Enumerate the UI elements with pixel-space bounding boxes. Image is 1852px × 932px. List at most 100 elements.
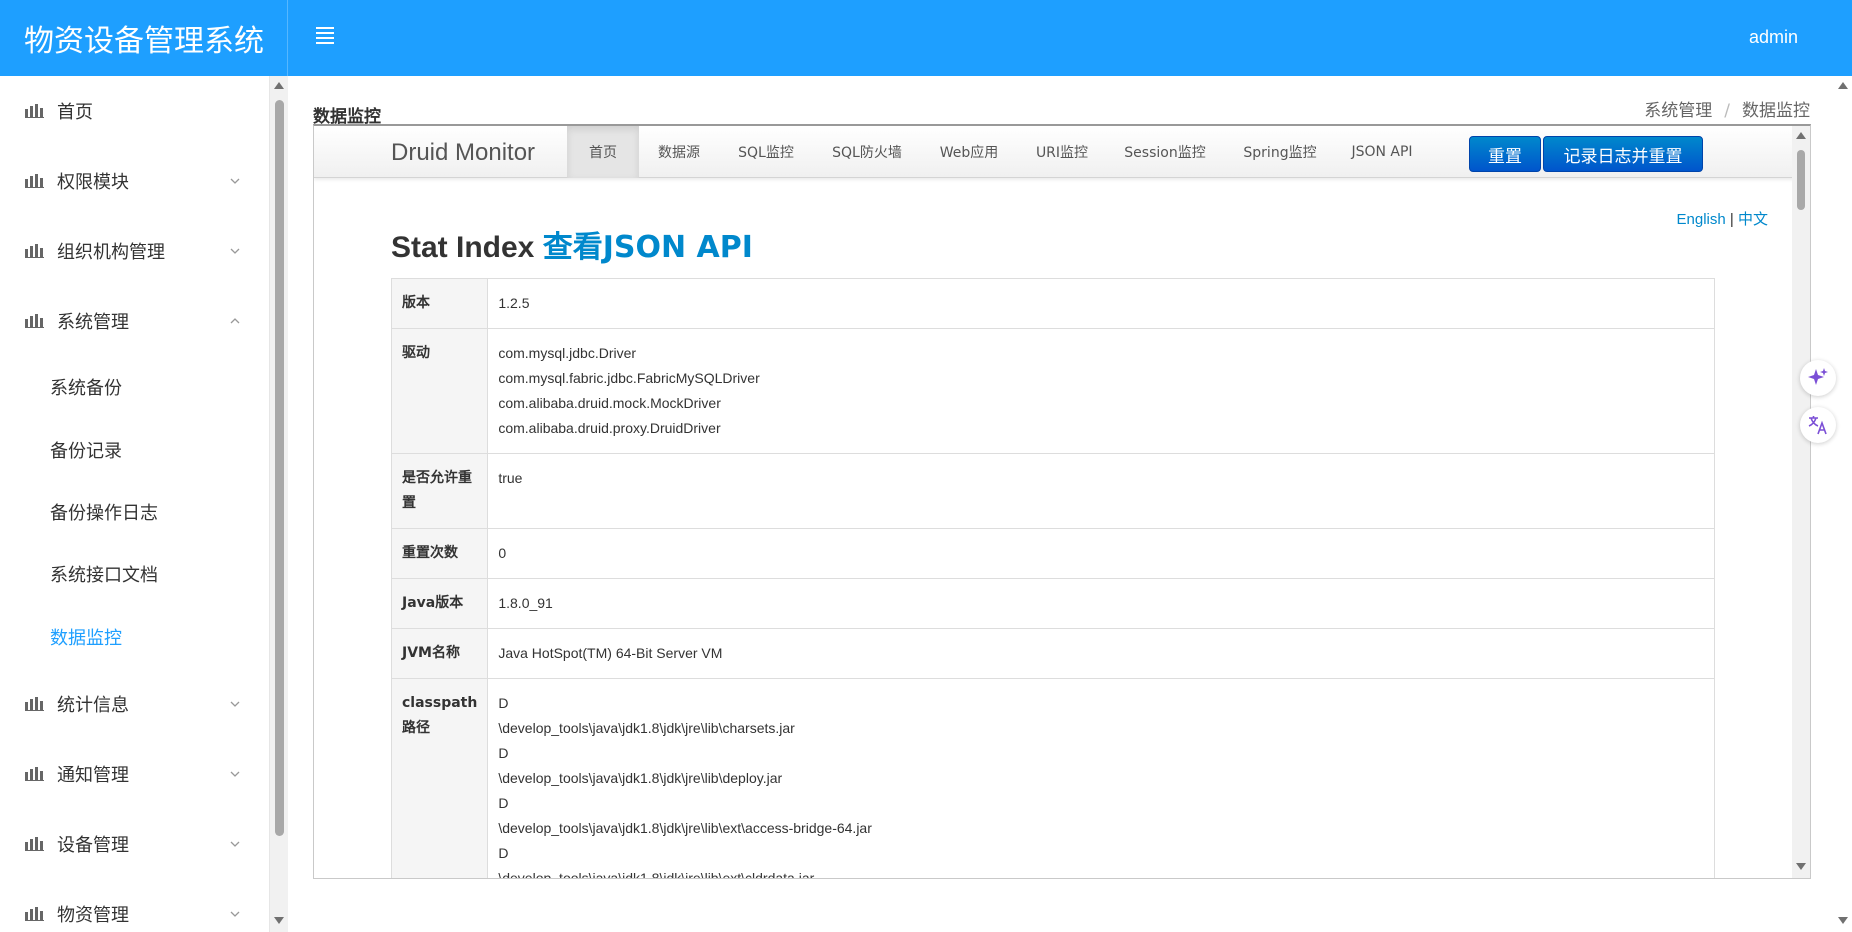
breadcrumb-item: 数据监控 [1742,101,1810,121]
sidebar-subitem-label: 备份记录 [50,441,122,462]
translate-icon [1808,416,1827,435]
sidebar-subitem-label: 系统备份 [50,378,122,399]
table-row: 版本 1.2.5 [390,278,1715,329]
druid-monitor-frame: Druid Monitor 首页 数据源 SQL监控 SQL防火墙 Web应用 … [313,124,1811,879]
tab-session-monitor[interactable]: Session监控 [1107,126,1223,178]
stat-table: 版本 1.2.5 驱动 com.mysql.jdbc.Driver com.my… [390,278,1715,879]
log-and-reset-button[interactable]: 记录日志并重置 [1543,136,1703,172]
druid-navbar: Druid Monitor 首页 数据源 SQL监控 SQL防火墙 Web应用 … [314,126,1794,178]
table-row: classpath路径 D \develop_tools\java\jdk1.8… [390,678,1715,879]
sidebar-item-statistics[interactable]: 统计信息 [0,669,269,739]
chevron-down-icon [230,701,240,707]
top-header: 物资设备管理系统 admin [0,0,1852,76]
stat-index-title: Stat Index [391,231,535,264]
sidebar-item-notifications[interactable]: 通知管理 [0,739,269,809]
sparkle-icon [1808,368,1828,385]
tab-uri-monitor[interactable]: URI监控 [1017,126,1107,178]
sidebar-item-materials[interactable]: 物资管理 [0,879,269,932]
scroll-up-arrow-icon[interactable] [274,82,284,89]
row-value-jvm-name: Java HotSpot(TM) 64-Bit Server VM [487,628,1715,679]
sidebar-subitem-backup-records[interactable]: 备份记录 [0,419,269,481]
classpath-item: \develop_tools\java\jdk1.8\jdk\jre\lib\e… [498,870,815,879]
chevron-down-icon [230,248,240,254]
row-value-drivers: com.mysql.jdbc.Driver com.mysql.fabric.j… [487,328,1715,454]
page-scrollbar[interactable] [1834,76,1852,932]
sidebar-item-label: 权限模块 [57,172,129,193]
sidebar-item-permissions[interactable]: 权限模块 [0,146,269,216]
row-label-jvm-name: JVM名称 [390,628,489,679]
breadcrumb: 系统管理 / 数据监控 [1644,96,1810,121]
bar-chart-icon [25,837,44,851]
reset-button[interactable]: 重置 [1469,136,1541,172]
lang-english-link[interactable]: English [1677,211,1726,228]
classpath-item: \develop_tools\java\jdk1.8\jdk\jre\lib\d… [498,770,783,786]
scroll-down-arrow-icon[interactable] [1796,863,1806,870]
table-row: 驱动 com.mysql.jdbc.Driver com.mysql.fabri… [390,328,1715,454]
driver-item: com.mysql.fabric.jdbc.FabricMySQLDriver [498,370,760,386]
tab-home[interactable]: 首页 [567,126,639,178]
chevron-down-icon [230,841,240,847]
classpath-item: D [498,795,509,811]
sidebar-item-organization[interactable]: 组织机构管理 [0,216,269,286]
bar-chart-icon [25,104,44,118]
row-label-reset-enable: 是否允许重置 [390,453,489,529]
classpath-item: D [498,695,509,711]
chevron-down-icon [230,771,240,777]
scroll-down-arrow-icon[interactable] [274,917,284,924]
scroll-down-arrow-icon[interactable] [1838,917,1848,924]
scroll-up-arrow-icon[interactable] [1838,82,1848,89]
tab-sql-monitor[interactable]: SQL监控 [719,126,813,178]
frame-scrollbar[interactable] [1792,126,1810,878]
user-menu[interactable]: admin [1749,27,1798,48]
tab-spring-monitor[interactable]: Spring监控 [1223,126,1337,178]
row-label-version: 版本 [390,278,489,329]
row-value-reset-enable: true [487,453,1715,529]
tab-datasource[interactable]: 数据源 [639,126,719,178]
classpath-item: \develop_tools\java\jdk1.8\jdk\jre\lib\e… [498,820,872,836]
chevron-down-icon [230,178,240,184]
table-row: 是否允许重置 true [390,453,1715,529]
tab-sql-firewall[interactable]: SQL防火墙 [813,126,921,178]
breadcrumb-item[interactable]: 系统管理 [1644,101,1712,121]
tab-web-app[interactable]: Web应用 [921,126,1017,178]
driver-item: com.alibaba.druid.proxy.DruidDriver [498,420,721,436]
sidebar-item-label: 物资管理 [57,905,129,926]
row-label-drivers: 驱动 [390,328,489,454]
sidebar-item-label: 通知管理 [57,765,129,786]
sidebar-item-equipment[interactable]: 设备管理 [0,809,269,879]
row-value-version: 1.2.5 [487,278,1715,329]
row-label-reset-count: 重置次数 [390,528,489,579]
translate-button[interactable] [1800,407,1836,443]
table-row: Java版本 1.8.0_91 [390,578,1715,629]
sidebar-subitem-system-backup[interactable]: 系统备份 [0,356,269,418]
bar-chart-icon [25,314,44,328]
druid-brand[interactable]: Druid Monitor [391,139,535,167]
scroll-up-arrow-icon[interactable] [1796,132,1806,139]
sidebar-subitem-label: 备份操作日志 [50,503,158,524]
sidebar-item-label: 组织机构管理 [57,242,165,263]
json-api-link[interactable]: 查看JSON API [543,230,753,265]
sidebar-subitem-backup-log[interactable]: 备份操作日志 [0,481,269,543]
bar-chart-icon [25,767,44,781]
tab-json-api[interactable]: JSON API [1337,126,1427,178]
row-value-java-version: 1.8.0_91 [487,578,1715,629]
lang-chinese-link[interactable]: 中文 [1738,211,1768,228]
sidebar-subitem-data-monitor[interactable]: 数据监控 [0,606,269,668]
sidebar-item-system[interactable]: 系统管理 [0,286,269,356]
sidebar-scrollbar[interactable] [270,76,288,932]
sidebar-subitem-label: 系统接口文档 [50,565,158,586]
ai-sparkle-button[interactable] [1800,360,1836,396]
row-label-classpath: classpath路径 [390,678,489,878]
bar-chart-icon [25,174,44,188]
lang-separator: | [1729,211,1734,228]
app-title: 物资设备管理系统 [0,0,288,76]
scrollbar-thumb[interactable] [275,100,284,836]
sidebar: 首页 权限模块 组织机构管理 系统管理 系统备份 备份记录 备份操作日志 系统接… [0,76,270,932]
sidebar-subitem-api-docs[interactable]: 系统接口文档 [0,543,269,605]
row-label-java-version: Java版本 [390,578,489,629]
sidebar-subitem-label: 数据监控 [50,628,122,649]
menu-toggle-icon[interactable] [316,27,334,45]
scrollbar-thumb[interactable] [1797,150,1805,210]
sidebar-item-home[interactable]: 首页 [0,76,269,146]
bar-chart-icon [25,244,44,258]
